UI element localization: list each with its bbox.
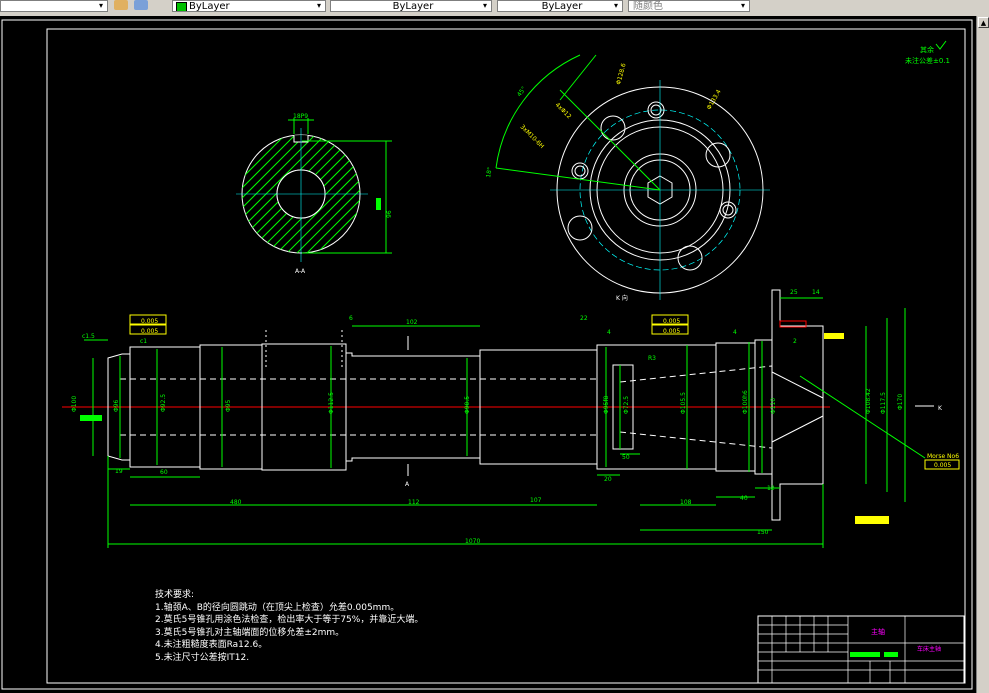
svg-text:Φ110: Φ110 — [770, 398, 777, 414]
svg-text:102: 102 — [406, 319, 418, 326]
svg-text:50: 50 — [622, 454, 630, 461]
inner-frame — [46, 28, 966, 684]
linetype-control-value: ByLayer — [392, 1, 434, 12]
svg-text:Φ108.42: Φ108.42 — [865, 388, 872, 414]
svg-text:K: K — [938, 405, 943, 412]
svg-text:A: A — [405, 481, 410, 488]
drawing-name: 车床主轴 — [917, 645, 941, 653]
svg-text:Φ128.6: Φ128.6 — [615, 62, 627, 85]
layer-state-icon[interactable] — [114, 0, 128, 10]
svg-text:18°: 18° — [485, 167, 494, 179]
tolerance-note: 未注公差±0.1 — [905, 56, 950, 65]
svg-text:3xM10-6H: 3xM10-6H — [519, 123, 546, 150]
svg-text:4xΦ12: 4xΦ12 — [554, 101, 573, 120]
technical-requirements: 技术要求: 1.轴颈A、B的径向圆跳动（在顶尖上检查）允差0.005mm。 2.… — [155, 589, 423, 664]
part-name: 主轴 — [871, 627, 885, 636]
view-label: K 向 — [616, 294, 628, 302]
svg-text:1070: 1070 — [465, 538, 480, 545]
svg-text:0.005: 0.005 — [141, 318, 158, 325]
svg-text:150: 150 — [757, 529, 769, 536]
svg-text:19: 19 — [115, 468, 123, 475]
svg-text:0.005: 0.005 — [934, 462, 951, 469]
svg-text:25: 25 — [790, 289, 798, 296]
svg-text:c1: c1 — [140, 338, 147, 345]
svg-text:0.005: 0.005 — [663, 328, 680, 335]
svg-text:12: 12 — [767, 485, 775, 492]
svg-text:Morse No6: Morse No6 — [927, 453, 959, 460]
svg-text:R3: R3 — [648, 355, 656, 362]
svg-text:Φ95f8: Φ95f8 — [603, 396, 610, 414]
roughness-symbol-icon — [935, 40, 947, 50]
svg-text:0.005: 0.005 — [663, 318, 680, 325]
section-a-a: 18P9 96 A-A — [236, 113, 393, 275]
svg-text:0.005: 0.005 — [141, 328, 158, 335]
svg-text:96: 96 — [386, 210, 393, 218]
chevron-down-icon: ▾ — [740, 1, 745, 10]
svg-text:Φ100h6: Φ100h6 — [742, 390, 749, 414]
plotstyle-control[interactable]: 随颜色 ▾ — [628, 0, 750, 12]
outer-frame — [1, 19, 973, 690]
svg-text:40: 40 — [740, 495, 748, 502]
tech-notes-title: 技术要求: — [155, 590, 195, 600]
chevron-down-icon: ▾ — [482, 1, 487, 10]
svg-text:6: 6 — [349, 315, 353, 322]
chevron-down-icon: ▾ — [98, 1, 103, 10]
svg-text:Φ96: Φ96 — [113, 399, 120, 412]
color-swatch-icon — [176, 2, 187, 11]
svg-text:Φ100: Φ100 — [71, 396, 78, 412]
lineweight-control[interactable]: ByLayer ▾ — [497, 0, 623, 12]
scroll-up-icon[interactable]: ▲ — [978, 17, 989, 28]
color-control-value: ByLayer — [189, 1, 230, 12]
svg-text:107: 107 — [530, 497, 542, 504]
svg-text:4: 4 — [733, 329, 737, 336]
svg-text:4: 4 — [607, 329, 611, 336]
svg-text:45°: 45° — [516, 85, 528, 98]
svg-text:2: 2 — [793, 338, 797, 345]
layer-dropdown-tail[interactable]: ▾ — [0, 0, 108, 12]
svg-text:Φ117.5: Φ117.5 — [880, 392, 887, 414]
svg-text:60: 60 — [160, 469, 168, 476]
linetype-control[interactable]: ByLayer ▾ — [330, 0, 492, 12]
lineweight-control-value: ByLayer — [541, 1, 583, 12]
chevron-down-icon: ▾ — [316, 1, 321, 10]
layer-previous-icon[interactable] — [134, 0, 148, 10]
tech-note-item: 1.轴颈A、B的径向圆跳动（在顶尖上检查）允差0.005mm。 — [155, 602, 400, 613]
svg-text:22: 22 — [580, 315, 588, 322]
shaft-main-view: Φ100 Φ96 Φ92.5 Φ95 Φ112.5 Φ90.5 Φ95f8 Φ7… — [62, 289, 960, 548]
svg-text:Φ95: Φ95 — [225, 399, 232, 412]
svg-text:Φ90.5: Φ90.5 — [464, 396, 471, 414]
svg-text:Φ72.5: Φ72.5 — [623, 396, 630, 414]
title-block: 主轴 车床主轴 — [757, 615, 965, 684]
svg-text:Φ105.5: Φ105.5 — [680, 392, 687, 414]
tech-note-item: 3.莫氏5号锥孔对主轴端面的位移允差±2mm。 — [155, 627, 345, 638]
svg-text:112: 112 — [408, 499, 420, 506]
section-label: A-A — [295, 268, 306, 275]
svg-text:Φ92.5: Φ92.5 — [160, 394, 167, 412]
svg-text:108: 108 — [680, 499, 692, 506]
chevron-down-icon: ▾ — [613, 1, 618, 10]
surface-note: 其余 — [920, 45, 934, 54]
svg-text:Φ170: Φ170 — [897, 394, 904, 410]
svg-text:Φ133.4: Φ133.4 — [706, 88, 723, 111]
tech-note-item: 4.未注粗糙度表面Ra12.6。 — [155, 640, 268, 650]
drawing-canvas[interactable]: 其余 未注公差±0.1 18P9 96 A-A 45° 18° 3xM10-6H… — [0, 16, 976, 693]
plotstyle-control-value: 随颜色 — [633, 1, 663, 12]
tech-note-item: 2.莫氏5号锥孔用涂色法检查，检出率大于等于75%，并靠近大端。 — [155, 615, 424, 625]
svg-text:20: 20 — [604, 476, 612, 483]
svg-text:c1.5: c1.5 — [82, 333, 95, 340]
vertical-scrollbar[interactable]: ▲ — [976, 16, 989, 693]
color-control[interactable]: ByLayer ▾ — [172, 0, 326, 12]
tech-note-item: 5.未注尺寸公差按IT12. — [155, 652, 250, 663]
drawing-svg: 其余 未注公差±0.1 18P9 96 A-A 45° 18° 3xM10-6H… — [1, 19, 973, 690]
k-view: 45° 18° 3xM10-6H 4xΦ12 Φ128.6 Φ133.4 K 向 — [485, 54, 770, 302]
svg-text:480: 480 — [230, 499, 242, 506]
properties-toolbar: ▾ ByLayer ▾ ByLayer ▾ ByLayer ▾ 随颜色 ▾ — [0, 0, 989, 17]
svg-text:14: 14 — [812, 289, 820, 296]
svg-text:18P9: 18P9 — [293, 113, 308, 120]
svg-text:Φ112.5: Φ112.5 — [328, 392, 335, 414]
